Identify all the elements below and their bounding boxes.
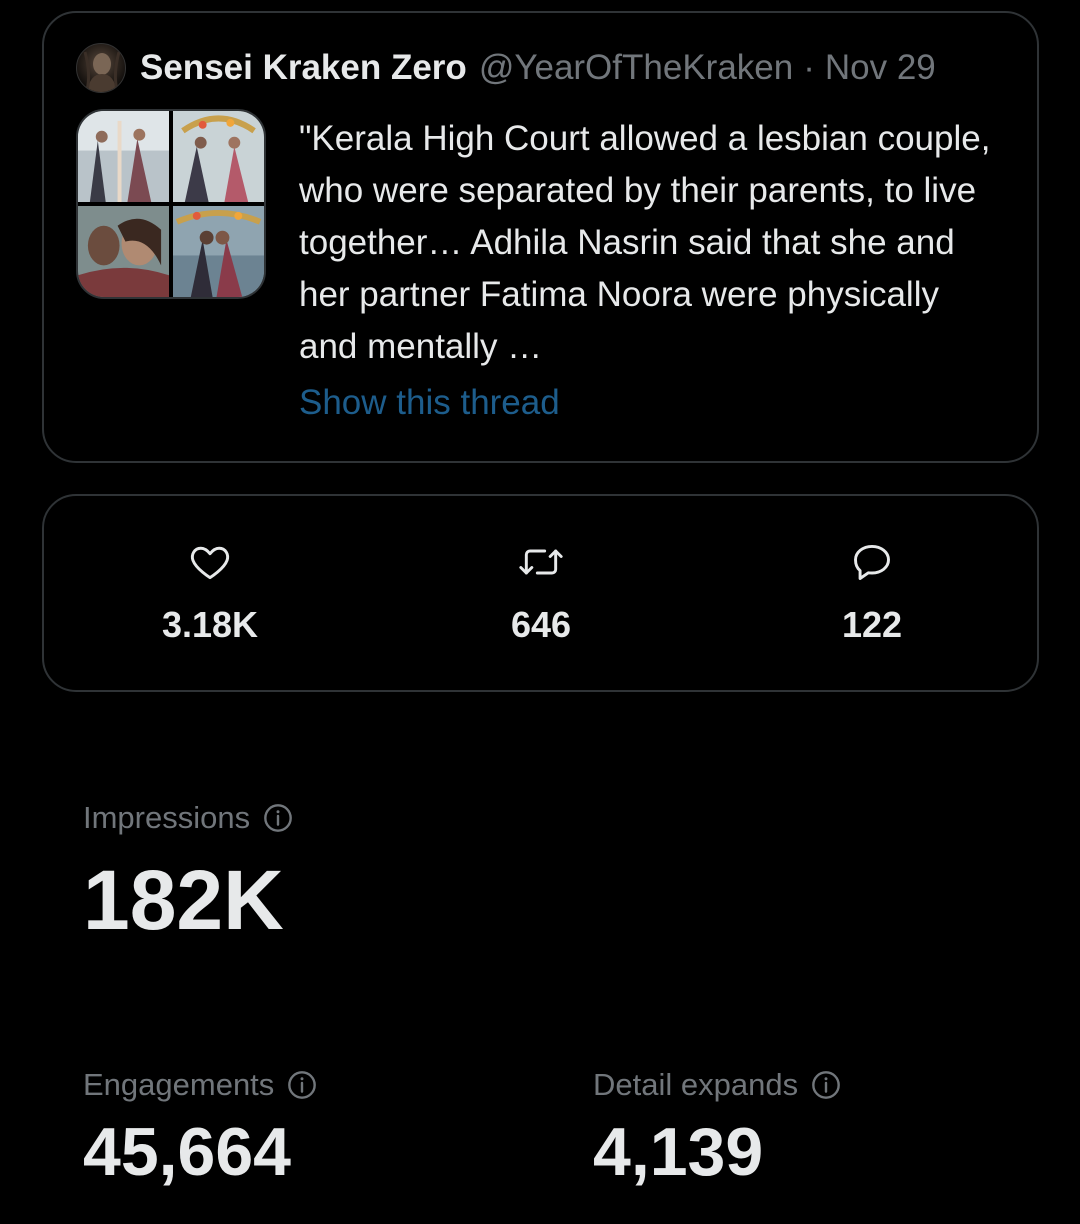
- reply-icon: [772, 540, 972, 584]
- display-name[interactable]: Sensei Kraken Zero: [140, 48, 467, 88]
- impressions-metric: Impressions 182K: [83, 800, 294, 949]
- media-thumbnail[interactable]: [78, 111, 169, 202]
- engagements-label: Engagements: [83, 1067, 275, 1102]
- retweets-stat[interactable]: 646: [441, 540, 641, 646]
- replies-count: 122: [841, 604, 903, 645]
- heart-icon: [110, 540, 310, 584]
- tweet-date[interactable]: Nov 29: [825, 48, 936, 88]
- info-icon[interactable]: [286, 1069, 318, 1101]
- separator-dot: ·: [803, 48, 815, 87]
- media-thumbnail[interactable]: [173, 111, 264, 202]
- info-icon[interactable]: [262, 802, 294, 834]
- detail-expands-label: Detail expands: [593, 1067, 799, 1102]
- retweets-count: 646: [510, 604, 572, 645]
- info-icon[interactable]: [810, 1069, 842, 1101]
- likes-stat[interactable]: 3.18K: [110, 540, 310, 646]
- media-thumbnail[interactable]: [173, 206, 264, 297]
- replies-stat[interactable]: 122: [772, 540, 972, 646]
- tweet-header: Sensei Kraken Zero @YearOfTheKraken · No…: [76, 43, 936, 93]
- quoted-tweet-card[interactable]: Sensei Kraken Zero @YearOfTheKraken · No…: [42, 11, 1039, 463]
- detail-expands-metric: Detail expands 4,139: [593, 1067, 842, 1191]
- user-handle[interactable]: @YearOfTheKraken: [479, 48, 793, 88]
- media-grid[interactable]: [76, 109, 266, 299]
- show-thread-link[interactable]: Show this thread: [299, 383, 560, 423]
- avatar[interactable]: [76, 43, 126, 93]
- engagement-stats-card: 3.18K 646 122: [42, 494, 1039, 692]
- likes-count: 3.18K: [161, 604, 259, 645]
- retweet-icon: [441, 540, 641, 584]
- tweet-text: "Kerala High Court allowed a lesbian cou…: [299, 119, 991, 366]
- detail-expands-value: 4,139: [593, 1114, 764, 1190]
- impressions-label: Impressions: [83, 800, 251, 835]
- engagements-metric: Engagements 45,664: [83, 1067, 318, 1191]
- engagements-value: 45,664: [83, 1114, 291, 1190]
- impressions-value: 182K: [83, 853, 284, 947]
- media-thumbnail[interactable]: [78, 206, 169, 297]
